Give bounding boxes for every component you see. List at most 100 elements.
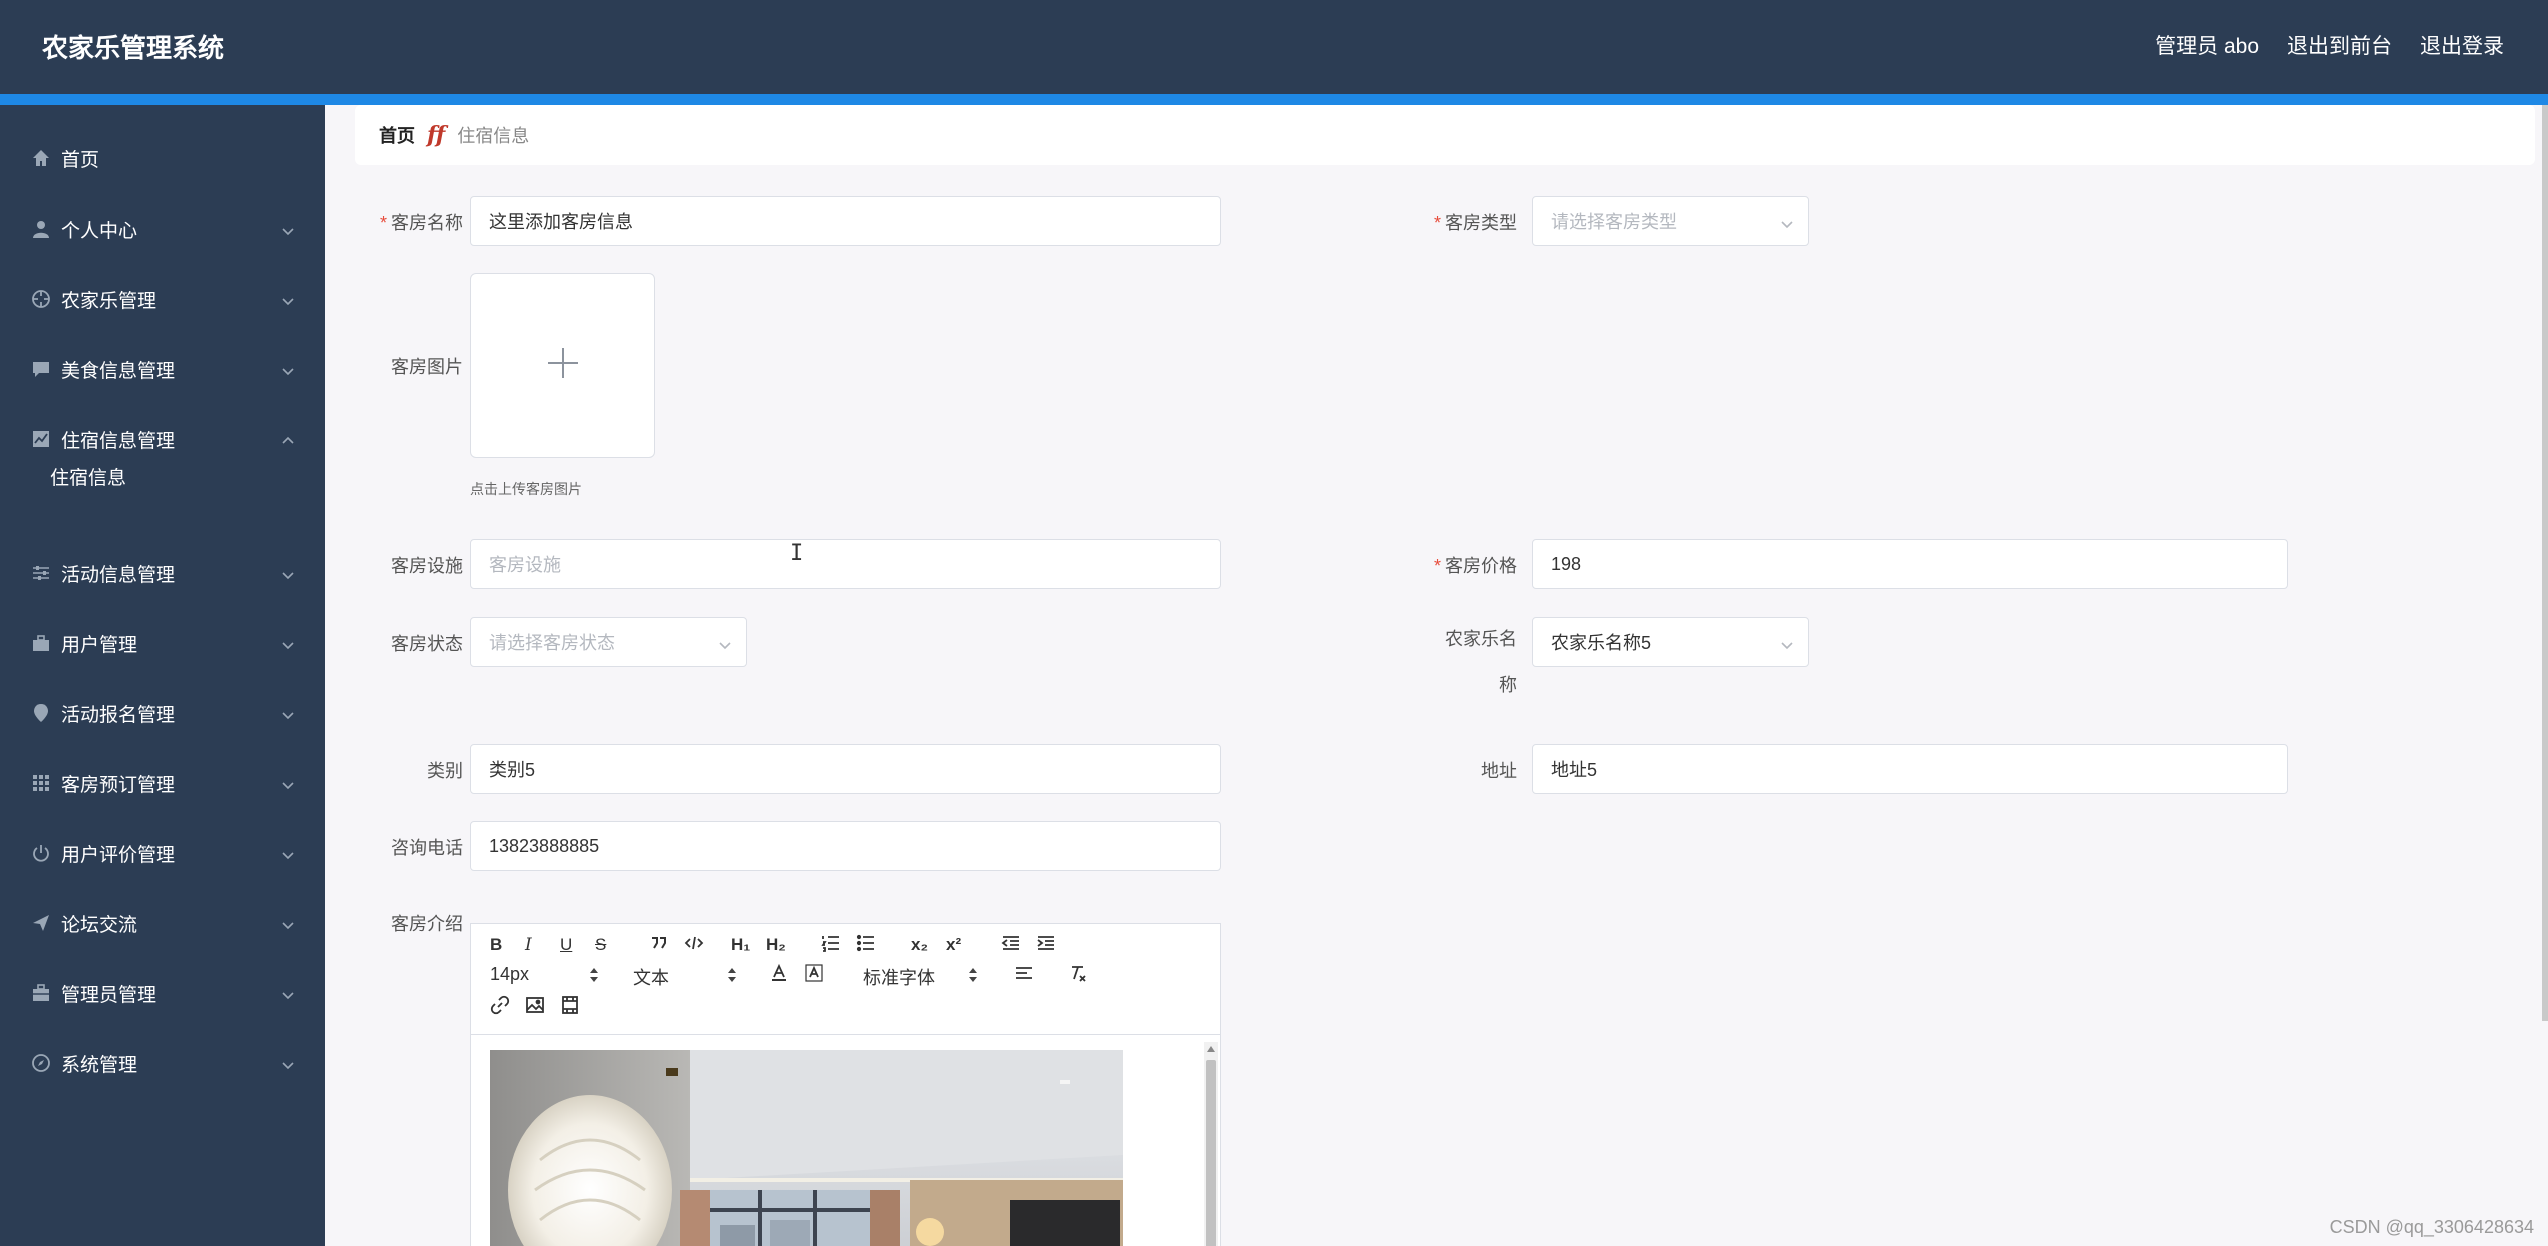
sidebar-item-lodging-info[interactable]: 住宿信息管理 (0, 409, 325, 469)
chevron-down-icon (281, 916, 295, 930)
power-icon (30, 842, 52, 864)
facilities-input[interactable]: 客房设施 (470, 539, 1221, 589)
font-family-select[interactable]: 标准字体 (863, 964, 935, 990)
sidebar-item-forum[interactable]: 论坛交流 (0, 893, 325, 953)
text-color-icon[interactable] (769, 963, 789, 988)
sidebar: 首页 个人中心 农家乐管理 美食信息管理 住宿信息管理 住宿信息 活动信息管理 … (0, 105, 325, 1246)
sidebar-item-user-management[interactable]: 用户管理 (0, 613, 325, 673)
link-icon[interactable] (490, 995, 510, 1020)
superscript-button[interactable]: x² (946, 935, 961, 955)
watermark: CSDN @qq_3306428634 (2329, 1217, 2534, 1237)
chevron-down-icon (1780, 215, 1794, 229)
outdent-icon[interactable] (1001, 933, 1021, 958)
sidebar-item-food-info[interactable]: 美食信息管理 (0, 339, 325, 399)
editor-content[interactable] (471, 1036, 1220, 1246)
sidebar-item-label: 首页 (61, 149, 100, 171)
grid-icon (30, 772, 52, 794)
room-type-select[interactable]: 请选择客房类型 (1532, 196, 1809, 246)
sidebar-item-user-reviews[interactable]: 用户评价管理 (0, 823, 325, 883)
subscript-button[interactable]: x₂ (911, 935, 928, 955)
sidebar-item-home[interactable]: 首页 (0, 128, 325, 188)
breadcrumb-separator-icon: ff (427, 122, 446, 148)
sidebar-item-activity-info[interactable]: 活动信息管理 (0, 543, 325, 603)
breadcrumb-home[interactable]: 首页 (379, 122, 415, 148)
sidebar-item-label: 管理员管理 (61, 984, 157, 1006)
chat-icon (30, 358, 52, 380)
address-input[interactable]: 地址5 (1532, 744, 2288, 794)
sidebar-item-label: 美食信息管理 (61, 360, 176, 382)
sliders-icon (30, 562, 52, 584)
room-name-label: * 客房名称 (379, 213, 463, 233)
clear-format-icon[interactable] (1068, 963, 1088, 988)
header-accent-stripe (0, 94, 2548, 105)
indent-icon[interactable] (1036, 933, 1056, 958)
chevron-down-icon (1780, 636, 1794, 650)
heading2-button[interactable]: H₂ (766, 935, 786, 955)
chevron-down-icon (281, 362, 295, 376)
sidebar-item-label: 个人中心 (61, 220, 138, 242)
image-upload-button[interactable] (470, 273, 655, 458)
room-photo-image (490, 1050, 1123, 1246)
bullet-list-icon[interactable] (856, 933, 876, 958)
align-icon[interactable] (1014, 963, 1034, 988)
category-label: 类别 (427, 761, 463, 781)
blockquote-icon[interactable] (649, 933, 669, 958)
sidebar-item-label: 住宿信息管理 (61, 430, 176, 452)
chart-icon (30, 428, 52, 450)
strike-button[interactable]: S (595, 935, 606, 955)
facilities-label: 客房设施 (391, 556, 463, 576)
sidebar-item-activity-signup[interactable]: 活动报名管理 (0, 683, 325, 743)
chevron-down-icon (281, 846, 295, 860)
location-icon (30, 702, 52, 724)
room-name-input[interactable]: 这里添加客房信息 (470, 196, 1221, 246)
chevron-down-icon (281, 986, 295, 1000)
briefcase-icon (30, 632, 52, 654)
underline-button[interactable]: U (560, 935, 572, 955)
video-icon[interactable] (560, 995, 580, 1020)
scroll-up-icon[interactable] (1207, 1046, 1215, 1052)
send-icon (30, 912, 52, 934)
editor-scrollbar[interactable] (1204, 1042, 1218, 1246)
scrollbar-thumb[interactable] (1206, 1060, 1216, 1246)
sidebar-item-admin-management[interactable]: 管理员管理 (0, 963, 325, 1023)
sidebar-item-personal-center[interactable]: 个人中心 (0, 199, 325, 259)
sidebar-subitem-lodging-info[interactable]: 住宿信息 (50, 463, 126, 490)
admin-user-link[interactable]: 管理员 abo (2155, 30, 2259, 60)
background-color-icon[interactable] (804, 963, 824, 988)
required-asterisk: * (1433, 213, 1441, 233)
address-label: 地址 (1481, 761, 1517, 781)
upload-hint: 点击上传客房图片 (470, 481, 582, 497)
farm-name-value: 农家乐名称5 (1551, 633, 1652, 653)
ordered-list-icon[interactable] (821, 933, 841, 958)
sidebar-item-room-booking[interactable]: 客房预订管理 (0, 753, 325, 813)
heading1-button[interactable]: H₁ (731, 935, 750, 955)
sidebar-item-system-management[interactable]: 系统管理 (0, 1033, 325, 1093)
select-arrows-icon (589, 967, 599, 983)
exit-to-frontend-link[interactable]: 退出到前台 (2287, 30, 2392, 60)
user-icon (30, 218, 52, 240)
sidebar-item-farm-management[interactable]: 农家乐管理 (0, 269, 325, 329)
status-placeholder: 请选择客房状态 (489, 633, 615, 653)
rich-text-editor[interactable]: B I U S H₁ H₂ x₂ x² 14px 文本 标准字体 (470, 923, 1221, 1246)
chevron-down-icon (281, 566, 295, 580)
category-input[interactable]: 类别5 (470, 744, 1221, 794)
app-title: 农家乐管理系统 (42, 33, 225, 63)
sidebar-item-label: 论坛交流 (61, 914, 138, 936)
suitcase-icon (30, 982, 52, 1004)
image-icon[interactable] (525, 995, 545, 1020)
farm-name-select[interactable]: 农家乐名称5 (1532, 617, 1809, 667)
logout-link[interactable]: 退出登录 (2420, 30, 2504, 60)
italic-button[interactable]: I (525, 935, 532, 955)
block-format-select[interactable]: 文本 (633, 964, 669, 990)
font-size-select[interactable]: 14px (490, 964, 529, 985)
phone-input[interactable]: 13823888885 (470, 821, 1221, 871)
page-scrollbar[interactable] (2542, 105, 2548, 1021)
price-label: * 客房价格 (1433, 556, 1517, 576)
main-content: 首页 ff 住宿信息 * 客房名称 这里添加客房信息 * 客房类型 请选择客房类型 … (325, 105, 2548, 1246)
breadcrumb-current: 住宿信息 (457, 126, 530, 146)
status-select[interactable]: 请选择客房状态 (470, 617, 747, 667)
sidebar-item-label: 客房预订管理 (61, 774, 176, 796)
price-input[interactable]: 198 (1532, 539, 2288, 589)
code-block-icon[interactable] (684, 933, 704, 958)
bold-button[interactable]: B (490, 935, 502, 955)
